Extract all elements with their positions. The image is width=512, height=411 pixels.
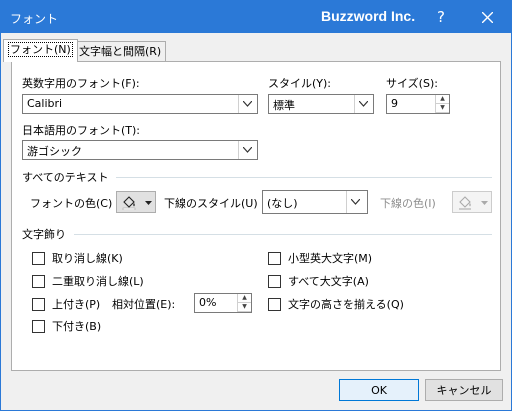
small-caps-checkbox[interactable] bbox=[268, 252, 281, 265]
chevron-down-icon bbox=[243, 147, 252, 153]
jp-font-dropdown[interactable] bbox=[238, 141, 257, 159]
spin-down-icon[interactable]: ▼ bbox=[436, 104, 449, 113]
cancel-button[interactable]: キャンセル bbox=[425, 379, 503, 401]
underline-style-combo[interactable]: (なし) bbox=[262, 190, 368, 214]
chevron-down-icon bbox=[145, 201, 152, 205]
spin-down-icon[interactable]: ▼ bbox=[238, 303, 251, 312]
help-button[interactable]: ? bbox=[421, 1, 461, 33]
tab-panel: 英数字用のフォント(F): Calibri スタイル(Y): 標準 サイズ(S)… bbox=[11, 61, 501, 371]
ok-button[interactable]: OK bbox=[339, 379, 419, 401]
chevron-down-icon bbox=[481, 201, 488, 205]
tab-spacing-label: 文字幅と間隔(R) bbox=[79, 45, 162, 58]
style-dropdown[interactable] bbox=[354, 95, 373, 113]
subscript-label: 下付き(B) bbox=[52, 320, 102, 333]
all-caps-label: すべて大文字(A) bbox=[288, 275, 369, 288]
size-spin-buttons[interactable]: ▲ ▼ bbox=[435, 95, 449, 113]
superscript-checkbox[interactable] bbox=[32, 298, 45, 311]
offset-value: 0% bbox=[199, 296, 217, 309]
chevron-down-icon bbox=[243, 101, 252, 107]
latin-font-combo[interactable]: Calibri bbox=[22, 94, 258, 114]
latin-font-label: 英数字用のフォント(F): bbox=[22, 77, 140, 90]
style-value: 標準 bbox=[273, 99, 295, 112]
offset-spinner[interactable]: 0% ▲ ▼ bbox=[194, 293, 252, 313]
font-color-button[interactable] bbox=[116, 191, 156, 213]
title-bar[interactable]: フォント Buzzword Inc. ? bbox=[1, 1, 511, 33]
strikethrough-checkbox[interactable] bbox=[32, 252, 45, 265]
style-combo[interactable]: 標準 bbox=[268, 94, 374, 114]
small-caps-label: 小型英大文字(M) bbox=[288, 252, 373, 265]
tab-font-label: フォント(N) bbox=[8, 42, 73, 57]
tab-spacing[interactable]: 文字幅と間隔(R) bbox=[74, 41, 167, 62]
close-button[interactable] bbox=[467, 1, 507, 33]
latin-font-dropdown[interactable] bbox=[238, 95, 257, 113]
subscript-checkbox[interactable] bbox=[32, 320, 45, 333]
dialog-content: フォント(N) 文字幅と間隔(R) 英数字用のフォント(F): Calibri … bbox=[1, 33, 511, 410]
close-icon bbox=[481, 11, 493, 24]
underline-color-button[interactable] bbox=[452, 191, 492, 213]
double-strikethrough-checkbox[interactable] bbox=[32, 275, 45, 288]
font-color-label: フォントの色(C) bbox=[30, 197, 113, 210]
all-caps-checkbox[interactable] bbox=[268, 275, 281, 288]
chevron-down-icon bbox=[351, 199, 360, 205]
size-spinner[interactable]: 9 ▲ ▼ bbox=[386, 94, 450, 114]
offset-spin-buttons[interactable]: ▲ ▼ bbox=[237, 294, 251, 312]
jp-font-value: 游ゴシック bbox=[27, 145, 82, 158]
style-label: スタイル(Y): bbox=[268, 77, 332, 90]
latin-font-value: Calibri bbox=[27, 97, 63, 110]
all-text-section-label: すべてのテキスト bbox=[22, 171, 109, 184]
strikethrough-label: 取り消し線(K) bbox=[52, 252, 123, 265]
jp-font-label: 日本語用のフォント(T): bbox=[22, 124, 141, 137]
underline-style-label: 下線のスタイル(U) bbox=[164, 197, 258, 210]
equalize-height-label: 文字の高さを揃える(Q) bbox=[288, 298, 404, 311]
offset-label: 相対位置(E): bbox=[112, 298, 176, 311]
underline-color-label: 下線の色(I) bbox=[380, 197, 436, 210]
all-text-divider bbox=[116, 177, 492, 178]
tab-font[interactable]: フォント(N) bbox=[3, 39, 78, 62]
dialog-title: フォント bbox=[10, 12, 59, 26]
paint-bucket-icon bbox=[122, 196, 136, 210]
chevron-down-icon bbox=[359, 101, 368, 107]
brand-label: Buzzword Inc. bbox=[321, 8, 416, 24]
superscript-label: 上付き(P) bbox=[52, 298, 101, 311]
spin-up-icon[interactable]: ▲ bbox=[436, 95, 449, 104]
size-value: 9 bbox=[391, 97, 398, 110]
equalize-height-checkbox[interactable] bbox=[268, 298, 281, 311]
double-strikethrough-label: 二重取り消し線(L) bbox=[52, 275, 144, 288]
underline-style-value: (なし) bbox=[267, 197, 298, 210]
font-dialog: フォント Buzzword Inc. ? フォント(N) 文字幅と間隔(R) 英… bbox=[0, 0, 512, 411]
effects-divider bbox=[74, 234, 492, 235]
jp-font-combo[interactable]: 游ゴシック bbox=[22, 140, 258, 160]
question-mark-icon: ? bbox=[437, 8, 445, 26]
underline-style-dropdown[interactable] bbox=[346, 191, 367, 213]
size-label: サイズ(S): bbox=[386, 77, 438, 90]
spin-up-icon[interactable]: ▲ bbox=[238, 294, 251, 303]
paint-bucket-icon bbox=[459, 196, 471, 210]
effects-section-label: 文字飾り bbox=[22, 228, 66, 241]
